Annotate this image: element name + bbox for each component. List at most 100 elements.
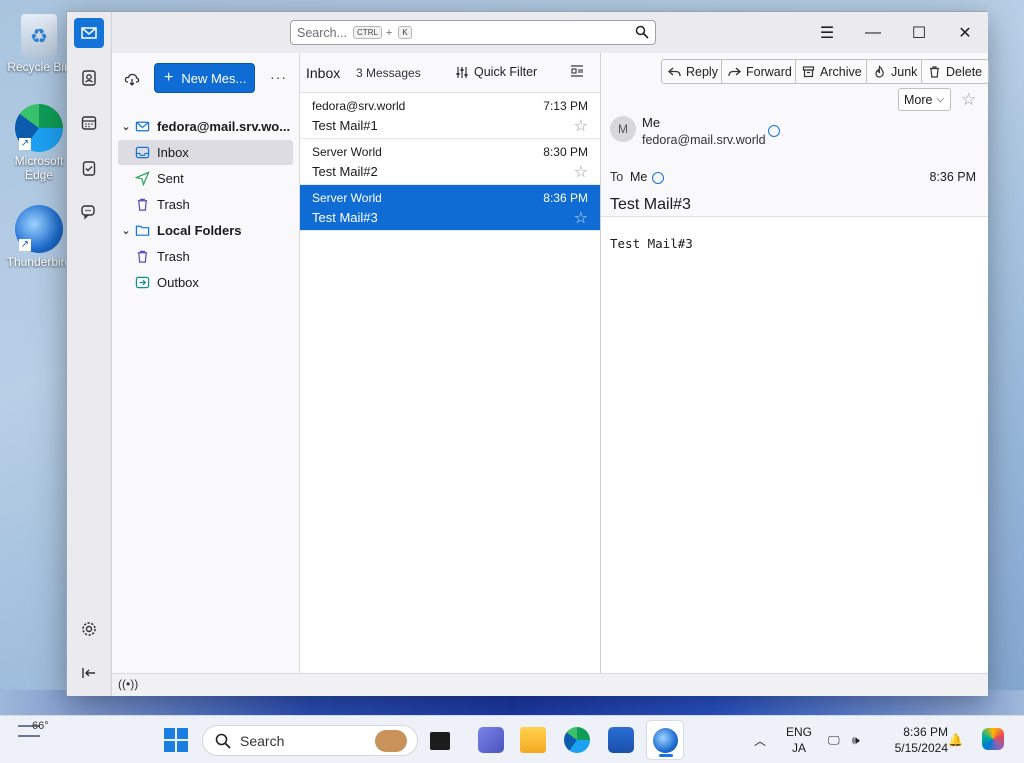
sender-address[interactable]: fedora@mail.srv.world bbox=[642, 133, 766, 147]
archive-label: Archive bbox=[820, 64, 862, 79]
global-search-box[interactable]: Search... CTRL + K bbox=[290, 20, 656, 45]
trash-icon bbox=[930, 66, 939, 78]
store-icon[interactable] bbox=[608, 727, 634, 753]
junk-button[interactable]: Junk bbox=[866, 59, 925, 84]
settings-button[interactable] bbox=[74, 614, 104, 644]
maximize-button[interactable]: ☐ bbox=[896, 12, 942, 53]
avatar: M bbox=[610, 116, 636, 142]
chevron-down-icon[interactable]: ⌄ bbox=[118, 120, 134, 133]
search-icon[interactable] bbox=[635, 25, 649, 42]
desktop-icon-label: Recycle Bin bbox=[7, 60, 71, 74]
message-date: 8:36 PM bbox=[929, 170, 976, 184]
network-icon[interactable]: 🖵 bbox=[828, 716, 840, 763]
message-list-header: Inbox 3 Messages Quick Filter bbox=[300, 53, 600, 93]
star-icon[interactable]: ☆ bbox=[574, 116, 588, 136]
weather-temperature: 66° bbox=[32, 720, 49, 732]
thunderbird-taskbar-button[interactable] bbox=[646, 720, 684, 760]
clock[interactable]: 8:36 PM 5/15/2024 bbox=[878, 724, 948, 756]
mail-space-button[interactable] bbox=[74, 18, 104, 48]
display-options-button[interactable] bbox=[570, 64, 584, 81]
junk-fire-icon bbox=[875, 65, 884, 78]
message-pane: Reply Forward Archive Junk Delete More ⌵ bbox=[601, 53, 990, 673]
chat-button[interactable] bbox=[74, 197, 104, 227]
contact-icon[interactable] bbox=[652, 172, 664, 184]
desktop-icon-label: Thunderbird bbox=[6, 255, 72, 269]
gear-icon bbox=[82, 622, 96, 636]
folder-trash[interactable]: Trash bbox=[118, 192, 293, 217]
message-date: 8:36 PM bbox=[543, 191, 588, 205]
message-subject: Test Mail#3 bbox=[312, 210, 378, 225]
message-sender: Server World bbox=[312, 191, 382, 205]
star-icon[interactable]: ☆ bbox=[961, 90, 976, 110]
show-hidden-icons-chevron-icon[interactable]: ︿ bbox=[754, 716, 766, 763]
folder-sent[interactable]: Sent bbox=[118, 166, 293, 191]
sender-name[interactable]: Me bbox=[642, 115, 660, 130]
collapse-spaces-button[interactable] bbox=[74, 658, 104, 688]
junk-label: Junk bbox=[891, 64, 918, 79]
archive-button[interactable]: Archive bbox=[795, 59, 869, 84]
new-message-label: New Mes... bbox=[181, 70, 247, 86]
contact-icon[interactable] bbox=[768, 125, 780, 137]
folder-pane-more-button[interactable]: ··· bbox=[270, 69, 287, 85]
message-row[interactable]: Server World 8:30 PM Test Mail#2 ☆ bbox=[300, 139, 600, 185]
folder-local-folders[interactable]: ⌄ Local Folders bbox=[118, 218, 293, 243]
folder-account[interactable]: ⌄ fedora@mail.srv.wo... bbox=[118, 114, 293, 139]
message-header: Reply Forward Archive Junk Delete More ⌵ bbox=[601, 53, 990, 217]
forward-button[interactable]: Forward bbox=[721, 59, 799, 84]
task-view-icon[interactable] bbox=[430, 732, 450, 750]
volume-icon[interactable]: 🕪 bbox=[852, 716, 860, 763]
weather-widget[interactable]: 66° bbox=[18, 720, 49, 737]
close-button[interactable]: ✕ bbox=[942, 12, 988, 53]
desktop-icon-label: Microsoft Edge bbox=[14, 154, 64, 182]
taskbar-search[interactable]: Search bbox=[202, 725, 418, 756]
search-highlight-cookies-icon bbox=[375, 730, 407, 752]
message-date: 8:30 PM bbox=[543, 145, 588, 159]
windows-logo-icon bbox=[164, 741, 175, 752]
quick-filter-button[interactable]: Quick Filter bbox=[455, 65, 537, 79]
thunderbird-window: Search... CTRL + K ☰ — ☐ ✕ + New Mes... … bbox=[66, 11, 990, 696]
message-count: 3 Messages bbox=[356, 66, 421, 80]
notification-bell-icon[interactable]: 🔔 bbox=[948, 716, 963, 763]
teams-icon[interactable] bbox=[478, 727, 504, 753]
delete-button[interactable]: Delete bbox=[921, 59, 990, 84]
star-icon[interactable]: ☆ bbox=[574, 208, 588, 228]
app-menu-button[interactable]: ☰ bbox=[804, 12, 850, 53]
folder-inbox[interactable]: Inbox bbox=[118, 140, 293, 165]
file-explorer-icon[interactable] bbox=[520, 727, 546, 753]
archive-icon bbox=[802, 66, 815, 78]
windows-logo-icon bbox=[177, 728, 188, 739]
display-options-icon bbox=[571, 65, 583, 77]
copilot-icon[interactable] bbox=[982, 728, 1004, 750]
desktop-icon-edge[interactable]: ↗ Microsoft Edge bbox=[4, 104, 74, 182]
tasks-button[interactable] bbox=[74, 153, 104, 183]
desktop-icon-recycle-bin[interactable]: Recycle Bin bbox=[4, 8, 74, 74]
get-messages-button[interactable] bbox=[124, 71, 140, 90]
edge-icon[interactable] bbox=[564, 727, 590, 753]
collapse-icon bbox=[82, 668, 95, 678]
more-dropdown[interactable]: More ⌵ bbox=[898, 88, 951, 111]
message-row-selected[interactable]: Server World 8:36 PM Test Mail#3 ☆ bbox=[300, 185, 600, 231]
desktop-icon-thunderbird[interactable]: ↗ Thunderbird bbox=[4, 205, 74, 269]
calendar-button[interactable] bbox=[74, 108, 104, 138]
message-body: Test Mail#3 bbox=[610, 236, 693, 251]
message-subject: Test Mail#3 bbox=[610, 196, 691, 213]
minimize-button[interactable]: — bbox=[850, 12, 896, 53]
online-status-icon[interactable]: ((•)) bbox=[118, 677, 138, 691]
reply-button[interactable]: Reply bbox=[661, 59, 725, 84]
recipient-name[interactable]: Me bbox=[630, 170, 647, 184]
address-book-button[interactable] bbox=[74, 63, 104, 93]
plus-icon: + bbox=[164, 69, 174, 86]
chevron-down-icon[interactable]: ⌄ bbox=[118, 224, 134, 237]
shortcut-key-k: K bbox=[398, 26, 412, 39]
chat-icon bbox=[81, 205, 95, 220]
star-icon[interactable]: ☆ bbox=[574, 162, 588, 182]
message-sender: fedora@srv.world bbox=[312, 99, 406, 113]
folder-local-trash[interactable]: Trash bbox=[118, 244, 293, 269]
language-indicator[interactable]: ENG JA bbox=[785, 724, 813, 756]
message-row[interactable]: fedora@srv.world 7:13 PM Test Mail#1 ☆ bbox=[300, 93, 600, 139]
start-button[interactable] bbox=[164, 728, 188, 752]
folder-outbox[interactable]: Outbox bbox=[118, 270, 293, 295]
new-message-button[interactable]: + New Mes... bbox=[154, 63, 255, 93]
status-bar: ((•)) bbox=[112, 673, 988, 696]
folder-icon bbox=[134, 223, 150, 239]
